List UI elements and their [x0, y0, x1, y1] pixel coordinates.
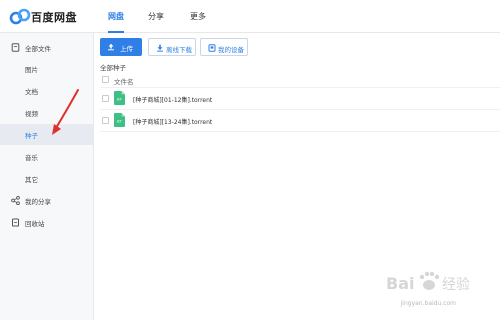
sidebar-item-label: 全部文件	[25, 45, 51, 53]
nav-share[interactable]: 分享	[148, 11, 164, 22]
my-devices-button[interactable]: 我的设备	[200, 38, 248, 56]
top-bar: 百度网盘 网盘 分享 更多	[0, 0, 500, 33]
torrent-file-icon: BT	[114, 91, 125, 105]
my-devices-label: 我的设备	[218, 46, 244, 54]
sidebar-item-other[interactable]: 其它	[0, 168, 94, 189]
sidebar-item-documents[interactable]: 文档	[0, 80, 94, 101]
breadcrumb: 全部种子	[100, 64, 126, 72]
sidebar-item-videos[interactable]: 视频	[0, 102, 94, 123]
upload-button[interactable]: 上传	[100, 38, 142, 56]
row-checkbox[interactable]	[102, 117, 109, 124]
sidebar-item-images[interactable]: 图片	[0, 58, 94, 79]
sidebar-item-label: 回收站	[25, 220, 45, 228]
download-icon	[157, 44, 163, 52]
sidebar-item-label: 我的分享	[25, 198, 51, 206]
nav-more[interactable]: 更多	[190, 11, 206, 22]
offline-download-label: 离线下载	[166, 46, 192, 54]
svg-text:Bai: Bai	[386, 274, 414, 293]
file-name[interactable]: [种子商城][01-12集].torrent	[133, 95, 212, 104]
device-icon	[208, 44, 216, 52]
sidebar-item-label: 音乐	[25, 154, 38, 162]
trash-icon	[12, 218, 19, 227]
column-header-filename[interactable]: 文件名	[114, 76, 134, 86]
sidebar: 全部文件 图片 文档 视频 种子 音乐 其它 我的分享 回收站	[0, 33, 94, 320]
upload-button-label: 上传	[120, 45, 133, 53]
file-type-label: BT	[117, 98, 122, 102]
sidebar-item-label: 文档	[25, 88, 38, 96]
nav-netdisk[interactable]: 网盘	[108, 11, 124, 22]
sidebar-item-torrents[interactable]: 种子	[0, 124, 94, 145]
sidebar-item-my-shares[interactable]: 我的分享	[0, 190, 94, 211]
sidebar-item-music[interactable]: 音乐	[0, 146, 94, 167]
brand-name: 百度网盘	[31, 11, 77, 24]
offline-download-button[interactable]: 离线下载	[148, 38, 196, 56]
table-row[interactable]: BT [种子商城][01-12集].torrent	[100, 88, 500, 110]
svg-text:经验: 经验	[442, 277, 470, 293]
sidebar-item-all-files[interactable]: 全部文件	[0, 37, 94, 58]
torrent-file-icon: BT	[114, 113, 125, 127]
sidebar-item-label: 图片	[25, 66, 38, 74]
row-checkbox[interactable]	[102, 95, 109, 102]
file-type-label: BT	[117, 120, 122, 124]
sidebar-item-label: 其它	[25, 176, 38, 184]
watermark-url: jingyan.baidu.com	[400, 300, 456, 307]
select-all-checkbox[interactable]	[102, 76, 109, 83]
file-name[interactable]: [种子商城][13-24集].torrent	[133, 117, 212, 126]
share-icon	[11, 196, 20, 205]
sidebar-item-label: 视频	[25, 110, 38, 118]
nav-active-indicator	[108, 31, 124, 33]
table-row[interactable]: BT [种子商城][13-24集].torrent	[100, 110, 500, 132]
sidebar-item-label: 种子	[25, 132, 38, 140]
list-header: 文件名	[100, 73, 500, 87]
upload-icon	[108, 43, 114, 51]
file-icon	[11, 43, 20, 52]
sidebar-item-recycle-bin[interactable]: 回收站	[0, 212, 94, 233]
